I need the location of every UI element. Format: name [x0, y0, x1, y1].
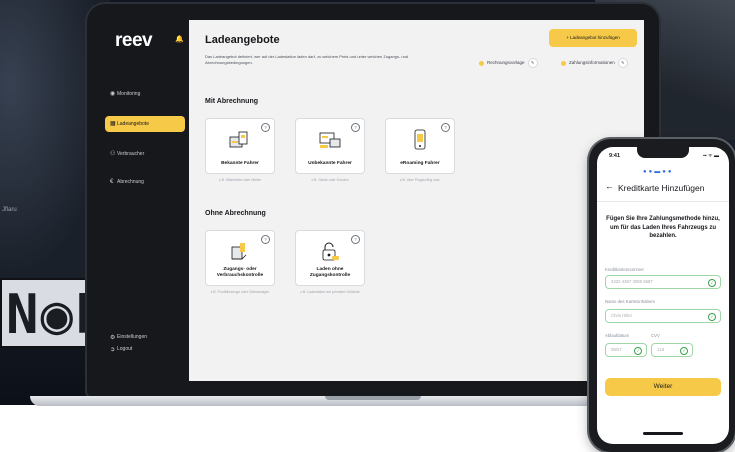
- field-value: Chris Hiller: [611, 313, 633, 318]
- edit-icon[interactable]: ✎: [527, 58, 538, 68]
- help-icon[interactable]: ?: [441, 123, 450, 132]
- help-icon[interactable]: ?: [351, 235, 360, 244]
- sidebar-item-logout[interactable]: ➲ Logout: [105, 346, 133, 353]
- card-bekannte-fahrer[interactable]: ? Bekannte Fahrer: [205, 118, 275, 174]
- sidebar-item-label: Monitoring: [117, 91, 141, 97]
- progress-dots-icon: ●●▬●●: [643, 169, 674, 175]
- pill-label: Zahlungsinformationen: [569, 60, 615, 66]
- status-dot-icon: [561, 60, 566, 66]
- check-icon: ✓: [708, 313, 716, 321]
- sidebar-item-label: Logout: [117, 346, 133, 352]
- phone-notch: [637, 147, 689, 158]
- laptop-notch: [325, 396, 421, 400]
- card-caption: z.B. Poolfahrzeuge oder Dienstwagen: [210, 290, 270, 294]
- page-title: Ladeangebote: [205, 34, 280, 46]
- back-arrow-icon[interactable]: ←: [605, 181, 614, 191]
- sidebar-item-label: Einstellungen: [117, 334, 148, 340]
- page-description: Das Ladeangebot definiert, wer auf der L…: [205, 54, 409, 65]
- expiry-field[interactable]: 09/27 ✓: [605, 343, 647, 357]
- card-caption: z.B. Mitarbeiter oder Mieter: [218, 178, 262, 182]
- continue-button[interactable]: Weiter: [605, 378, 721, 396]
- add-charging-offer-button[interactable]: + Ladeangebot hinzufügen: [549, 29, 637, 47]
- card-caption: z.B. über Plugsurfing usw.: [399, 178, 441, 182]
- card-label: Zugangs- oder Verbrauchskontrolle: [216, 267, 264, 278]
- euro-icon: €: [110, 179, 114, 185]
- invoice-template-pill[interactable]: Rechnungsvorlage ✎: [479, 58, 538, 68]
- app-logo: reev: [115, 30, 153, 51]
- field-value: 123: [657, 347, 665, 352]
- cardholder-label: Name des Karteninhabers: [605, 299, 655, 304]
- card-caption: z.B. Ladestation auf privatem Gelände: [300, 290, 360, 294]
- help-icon[interactable]: ?: [351, 123, 360, 132]
- monitor-icon: ◉: [110, 91, 116, 97]
- sidebar-item-label: Verbraucher: [117, 151, 145, 157]
- section-heading-ohne: Ohne Abrechnung: [205, 210, 266, 217]
- card-ohne-zugangskontrolle[interactable]: ? Laden ohne Zugangskontrolle: [295, 230, 365, 286]
- sidebar-item-einstellungen[interactable]: ⚙ Einstellungen: [105, 334, 148, 341]
- help-icon[interactable]: ?: [261, 123, 270, 132]
- card-label: Bekannte Fahrer: [221, 161, 259, 166]
- charging-offer-icon: ▦: [110, 121, 116, 127]
- unlocked-padlock-icon: [322, 242, 339, 261]
- field-value: 4322 4367 3088 5687: [611, 279, 653, 284]
- check-icon: ✓: [680, 347, 688, 355]
- bell-icon[interactable]: 🔔: [175, 35, 184, 43]
- card-number-label: Kreditkartennummer: [605, 267, 644, 272]
- gear-icon: ⚙: [110, 335, 116, 341]
- cvv-label: CVV: [651, 333, 660, 338]
- pill-label: Rechnungsvorlage: [487, 60, 525, 66]
- card-number-field[interactable]: 4322 4367 3088 5687 ✓: [605, 275, 721, 289]
- field-value: 09/27: [611, 347, 622, 352]
- phone-title: Kreditkarte Hinzufügen: [618, 183, 705, 193]
- sidebar-item-label: Abrechnung: [117, 179, 144, 185]
- edit-icon[interactable]: ✎: [617, 58, 628, 68]
- sidebar-item-label: Ladeangebote: [117, 121, 149, 127]
- sidebar-item-abrechnung[interactable]: € Abrechnung: [105, 174, 185, 190]
- sidebar-item-ladeangebote[interactable]: ▦ Ladeangebote: [105, 116, 185, 132]
- card-label: Laden ohne Zugangskontrolle: [309, 267, 351, 278]
- expiry-label: Ablaufdatum: [605, 333, 630, 338]
- card-unbekannte-fahrer[interactable]: ? Unbekannte Fahrer: [295, 118, 365, 174]
- access-control-icon: [231, 243, 247, 260]
- card-caption: z.B. Gäste oder Kunden: [311, 178, 349, 182]
- card-eroaming-fahrer[interactable]: ? eRoaming Fahrer: [385, 118, 455, 174]
- background-text: Jflaru: [2, 207, 17, 213]
- sidebar-item-verbraucher[interactable]: ⚇ Verbraucher: [105, 146, 185, 162]
- home-indicator: [643, 432, 683, 435]
- logout-icon: ➲: [110, 347, 116, 353]
- users-icon: ⚇: [110, 151, 116, 157]
- help-icon[interactable]: ?: [261, 235, 270, 244]
- cardholder-field[interactable]: Chris Hiller ✓: [605, 309, 721, 323]
- main-content: Ladeangebote Das Ladeangebot definiert, …: [189, 20, 644, 381]
- divider: [597, 201, 729, 202]
- check-icon: ✓: [708, 279, 716, 287]
- card-zugangskontrolle[interactable]: ? Zugangs- oder Verbrauchskontrolle: [205, 230, 275, 286]
- card-label: Unbekannte Fahrer: [308, 161, 352, 166]
- phone-intro: Fügen Sie Ihre Zahlungsmethode hinzu, um…: [606, 216, 720, 239]
- unknown-driver-icon: [319, 132, 341, 148]
- sidebar-item-monitoring[interactable]: ◉ Monitoring: [105, 86, 185, 102]
- status-dot-icon: [479, 60, 484, 66]
- payment-info-pill[interactable]: Zahlungsinformationen ✎: [561, 58, 628, 68]
- sidebar: reev 🔔 ◉ Monitoring ▦ Ladeangebote ⚇ Ver…: [101, 20, 189, 381]
- section-heading-mit: Mit Abrechnung: [205, 98, 259, 105]
- check-icon: ✓: [634, 347, 642, 355]
- card-label: eRoaming Fahrer: [400, 161, 440, 166]
- known-driver-icon: [229, 131, 248, 148]
- phone-screen: 9:41 ▪▪ ᯤ ▬ ●●▬●● ← Kreditkarte Hinzufüg…: [597, 147, 729, 444]
- status-icons: ▪▪ ᯤ ▬: [703, 153, 719, 159]
- laptop-screen: reev 🔔 ◉ Monitoring ▦ Ladeangebote ⚇ Ver…: [101, 20, 644, 381]
- cvv-field[interactable]: 123 ✓: [651, 343, 693, 357]
- status-time: 9:41: [609, 153, 621, 159]
- eroaming-phone-icon: [414, 129, 426, 150]
